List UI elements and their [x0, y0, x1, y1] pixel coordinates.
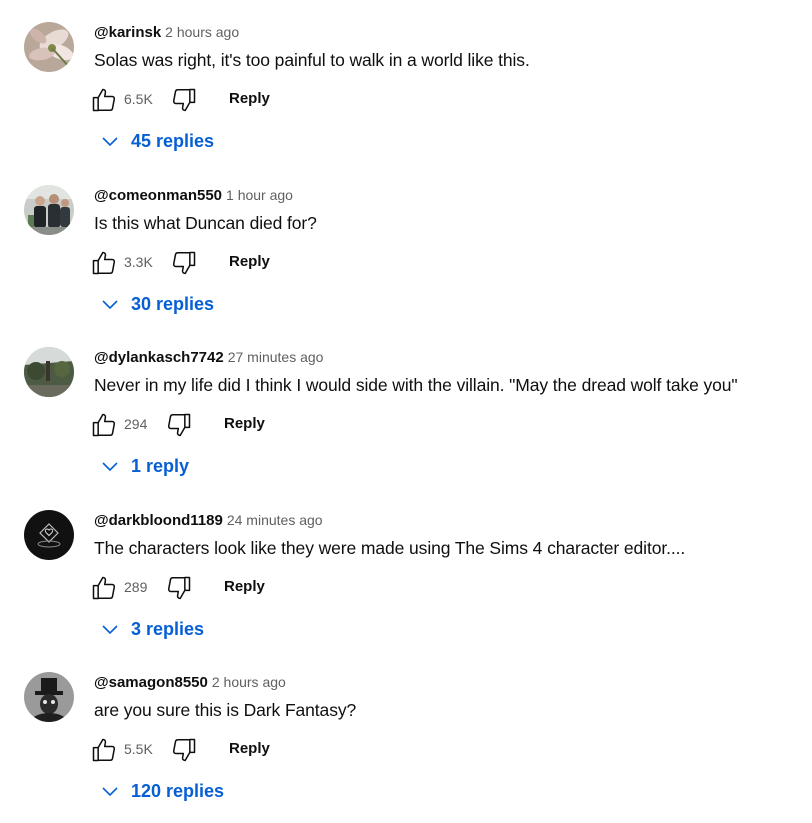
comment-actions: 289 Reply	[90, 572, 390, 602]
comment-header: @comeonman550 1 hour ago	[94, 187, 293, 207]
replies-count: 120 replies	[131, 780, 225, 801]
timestamp[interactable]: 1 hour ago	[226, 187, 293, 203]
outdoor-avatar-image	[24, 347, 74, 397]
avatar[interactable]	[24, 510, 74, 560]
avatar[interactable]	[24, 672, 74, 722]
avatar[interactable]	[24, 22, 74, 72]
reply-button[interactable]: Reply	[229, 740, 270, 757]
dislike-button[interactable]	[165, 411, 193, 439]
comment-actions: 5.5K Reply	[90, 734, 390, 764]
timestamp[interactable]: 2 hours ago	[212, 674, 286, 690]
thumbs-down-icon	[172, 251, 196, 275]
like-button[interactable]	[90, 574, 118, 602]
chevron-down-icon	[100, 619, 120, 639]
people-avatar-image	[24, 185, 74, 235]
author-name[interactable]: @dylankasch7742	[94, 349, 224, 366]
author-name[interactable]: @karinsk	[94, 24, 161, 41]
comment-header: @karinsk 2 hours ago	[94, 24, 239, 44]
like-count: 3.3K	[124, 254, 153, 270]
reply-button[interactable]: Reply	[224, 578, 265, 595]
view-replies-button[interactable]: 45 replies	[100, 128, 214, 154]
dark-logo-avatar-image	[24, 510, 74, 560]
comment-thread: @comeonman550 1 hour ago Is this what Dun…	[0, 163, 812, 325]
comment-thread: @samagon8550 2 hours ago are you sure thi…	[0, 650, 812, 812]
like-button[interactable]	[90, 249, 118, 277]
comment-text: are you sure this is Dark Fantasy?	[94, 700, 357, 720]
view-replies-button[interactable]: 120 replies	[100, 778, 224, 804]
chevron-down-icon	[100, 781, 120, 801]
like-count: 289	[124, 579, 148, 595]
thumbs-up-icon	[92, 576, 116, 600]
thumbs-down-icon	[167, 413, 191, 437]
comment-header: @samagon8550 2 hours ago	[94, 674, 286, 694]
timestamp[interactable]: 27 minutes ago	[228, 349, 324, 365]
comment-thread: @darkbloond1189 24 minutes ago The charac…	[0, 488, 812, 650]
avatar[interactable]	[24, 185, 74, 235]
thumbs-down-icon	[172, 88, 196, 112]
comment-text: The characters look like they were made …	[94, 538, 686, 558]
thumbs-up-icon	[92, 738, 116, 762]
view-replies-button[interactable]: 30 replies	[100, 291, 214, 317]
view-replies-button[interactable]: 3 replies	[100, 616, 204, 642]
comment-actions: 294 Reply	[90, 409, 390, 439]
flower-avatar-image	[24, 22, 74, 72]
like-button[interactable]	[90, 86, 118, 114]
comment-text: Never in my life did I think I would sid…	[94, 375, 738, 395]
like-button[interactable]	[90, 411, 118, 439]
replies-count: 3 replies	[131, 618, 205, 639]
chevron-down-icon	[100, 294, 120, 314]
thumbs-up-icon	[92, 413, 116, 437]
dislike-button[interactable]	[170, 86, 198, 114]
reply-button[interactable]: Reply	[229, 253, 270, 270]
like-button[interactable]	[90, 736, 118, 764]
like-count: 5.5K	[124, 741, 153, 757]
dislike-button[interactable]	[165, 574, 193, 602]
reply-button[interactable]: Reply	[224, 415, 265, 432]
like-count: 294	[124, 416, 148, 432]
dislike-button[interactable]	[170, 736, 198, 764]
thumbs-up-icon	[92, 88, 116, 112]
comment-actions: 6.5K Reply	[90, 84, 390, 114]
dislike-button[interactable]	[170, 249, 198, 277]
comment-header: @dylankasch7742 27 minutes ago	[94, 349, 323, 369]
comment-text: Solas was right, it's too painful to wal…	[94, 50, 530, 70]
thumbs-down-icon	[167, 576, 191, 600]
avatar[interactable]	[24, 347, 74, 397]
timestamp[interactable]: 24 minutes ago	[227, 512, 323, 528]
replies-count: 30 replies	[131, 293, 215, 314]
chevron-down-icon	[100, 456, 120, 476]
replies-count: 45 replies	[131, 130, 215, 151]
comment-thread: @dylankasch7742 27 minutes ago Never in m…	[0, 325, 812, 487]
thumbs-up-icon	[92, 251, 116, 275]
comment-header: @darkbloond1189 24 minutes ago	[94, 512, 323, 532]
reply-button[interactable]: Reply	[229, 90, 270, 107]
replies-count: 1 reply	[131, 455, 190, 476]
chevron-down-icon	[100, 131, 120, 151]
comment-thread: @karinsk 2 hours ago Solas was right, it'…	[0, 0, 812, 162]
top-hat-avatar-image	[24, 672, 74, 722]
author-name[interactable]: @darkbloond1189	[94, 512, 223, 529]
timestamp[interactable]: 2 hours ago	[165, 24, 239, 40]
comment-actions: 3.3K Reply	[90, 247, 390, 277]
author-name[interactable]: @samagon8550	[94, 674, 208, 691]
comment-text: Is this what Duncan died for?	[94, 213, 317, 233]
view-replies-button[interactable]: 1 reply	[100, 453, 189, 479]
like-count: 6.5K	[124, 91, 153, 107]
author-name[interactable]: @comeonman550	[94, 187, 222, 204]
thumbs-down-icon	[172, 738, 196, 762]
